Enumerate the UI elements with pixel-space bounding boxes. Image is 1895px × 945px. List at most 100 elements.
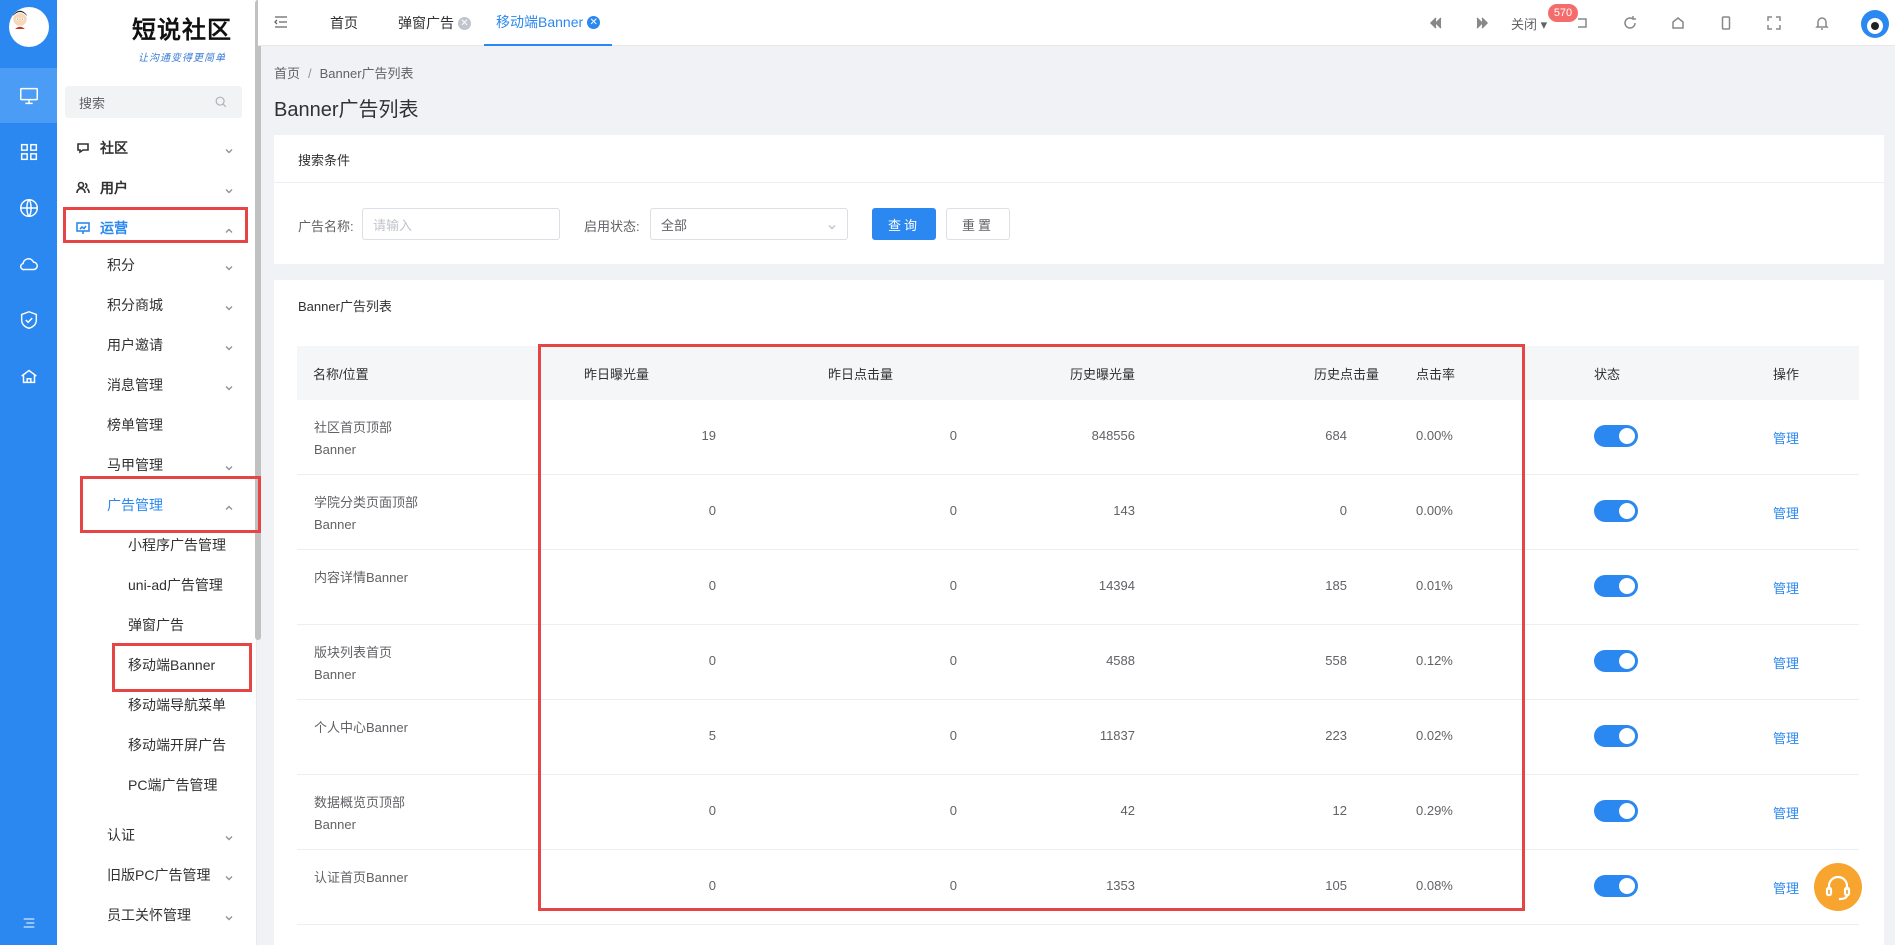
menu-operations[interactable]: 运营 <box>57 209 257 247</box>
breadcrumb-home[interactable]: 首页 <box>274 66 300 81</box>
tab-mobile-banner[interactable]: 移动端Banner ✕ <box>484 0 613 46</box>
manage-link[interactable]: 管理 <box>1773 578 1799 597</box>
menu-user-invite[interactable]: 用户邀请 <box>57 326 257 364</box>
manage-link[interactable]: 管理 <box>1773 503 1799 522</box>
menu-users-label: 用户 <box>100 180 128 196</box>
status-toggle[interactable] <box>1594 500 1638 522</box>
user-avatar[interactable] <box>9 7 49 47</box>
menu-message-mgmt[interactable]: 消息管理 <box>57 366 257 404</box>
menu-mobile-banner[interactable]: 移动端Banner <box>57 646 257 684</box>
globe-icon[interactable] <box>0 180 57 235</box>
chevron-down-icon <box>224 870 234 881</box>
status-toggle[interactable] <box>1594 725 1638 747</box>
menu-mobile-nav[interactable]: 移动端导航菜单 <box>57 686 257 724</box>
tab-popup-ad[interactable]: 弹窗广告 ✕ <box>398 0 471 46</box>
brand-subtitle: 让沟通变得更简单 <box>138 53 226 64</box>
menu-users[interactable]: 用户 <box>57 169 257 207</box>
status-toggle[interactable] <box>1594 800 1638 822</box>
cloud-home-icon[interactable] <box>0 348 57 403</box>
home-icon[interactable] <box>1667 12 1689 34</box>
menu-mini-ad[interactable]: 小程序广告管理 <box>57 526 257 564</box>
menu-operations-label: 运营 <box>100 220 128 236</box>
manage-link[interactable]: 管理 <box>1773 428 1799 447</box>
menu-ad-mgmt[interactable]: 广告管理 <box>57 486 257 524</box>
menu-pc-ad[interactable]: PC端广告管理 <box>57 766 257 804</box>
monitor-icon[interactable] <box>0 68 57 123</box>
ctr-cell: 0.00% <box>1416 428 1453 443</box>
menu-old-pc-ad[interactable]: 旧版PC广告管理 <box>57 856 257 894</box>
avatar[interactable] <box>1861 10 1889 38</box>
yesterday-exposure-cell: 0 <box>708 503 716 518</box>
status-toggle[interactable] <box>1594 575 1638 597</box>
chevron-down-icon <box>224 260 234 271</box>
bell-icon[interactable] <box>1811 12 1833 34</box>
cloud-icon[interactable] <box>0 236 57 291</box>
menu-staff-care-label: 员工关怀管理 <box>107 907 191 923</box>
status-select[interactable]: 全部 <box>650 208 848 240</box>
menu-staff-care[interactable]: 员工关怀管理 <box>57 896 257 934</box>
ad-name-input[interactable]: 请输入 <box>362 208 560 240</box>
breadcrumb: 首页 / Banner广告列表 <box>274 66 414 81</box>
chevron-down-icon <box>224 300 234 311</box>
reset-button[interactable]: 重置 <box>946 208 1010 240</box>
ctr-cell: 0.02% <box>1416 728 1453 743</box>
users-icon <box>75 180 91 196</box>
menu-vest-mgmt[interactable]: 马甲管理 <box>57 446 257 484</box>
scroll-left-icon[interactable] <box>1425 12 1447 34</box>
scroll-right-icon[interactable] <box>1471 12 1493 34</box>
menu-community[interactable]: 社区 <box>57 129 257 167</box>
status-toggle[interactable] <box>1594 650 1638 672</box>
tab-home-label: 首页 <box>330 15 358 31</box>
manage-link[interactable]: 管理 <box>1773 803 1799 822</box>
col-action: 操作 <box>1773 367 1800 382</box>
breadcrumb-current: Banner广告列表 <box>319 66 414 81</box>
grid-icon[interactable] <box>0 124 57 179</box>
ad-name-label: 广告名称: <box>298 219 354 234</box>
close-tabs-dropdown[interactable]: 关闭 ▾ <box>1511 14 1547 33</box>
col-status: 状态 <box>1594 367 1621 382</box>
menu-toggle-icon[interactable] <box>0 903 57 943</box>
fullscreen-icon[interactable] <box>1763 12 1785 34</box>
banner-name-cell: 学院分类页面顶部Banner <box>314 495 419 532</box>
customer-service-icon[interactable] <box>1814 863 1862 911</box>
tab-home[interactable]: 首页 <box>330 0 358 46</box>
query-button[interactable]: 查询 <box>872 208 936 240</box>
manage-link[interactable]: 管理 <box>1773 653 1799 672</box>
yesterday-click-cell: 0 <box>949 653 957 668</box>
ad-name-placeholder: 请输入 <box>373 217 413 233</box>
shield-icon[interactable] <box>0 292 57 347</box>
table-row: 社区首页顶部Banner 19 0 848556 684 0.00% 管理 <box>297 400 1859 475</box>
col-yesterday-exposure: 昨日曝光量 <box>584 367 650 382</box>
menu-points-mall[interactable]: 积分商城 <box>57 286 257 324</box>
manage-link[interactable]: 管理 <box>1773 728 1799 747</box>
status-toggle[interactable] <box>1594 425 1638 447</box>
collapse-icon[interactable] <box>273 14 289 30</box>
close-icon[interactable]: ✕ <box>458 16 471 30</box>
history-click-cell: 684 <box>1325 428 1347 443</box>
history-click-cell: 185 <box>1325 578 1347 593</box>
menu-mobile-splash[interactable]: 移动端开屏广告 <box>57 726 257 764</box>
chevron-down-icon <box>827 220 837 230</box>
history-click-cell: 223 <box>1325 728 1347 743</box>
menu-user-invite-label: 用户邀请 <box>107 337 163 353</box>
banner-name-cell: 认证首页Banner <box>314 870 408 885</box>
menu-verify[interactable]: 认证 <box>57 816 257 854</box>
menu-rank-mgmt-label: 榜单管理 <box>107 417 163 433</box>
chevron-down-icon <box>224 340 234 351</box>
mobile-icon[interactable] <box>1715 12 1737 34</box>
sidebar-scrollbar[interactable] <box>255 0 261 640</box>
search-input[interactable]: 搜索 <box>65 86 242 118</box>
col-history-exposure: 历史曝光量 <box>1070 367 1136 382</box>
status-label: 启用状态: <box>584 219 640 234</box>
close-icon[interactable]: ✕ <box>587 15 601 29</box>
menu-rank-mgmt[interactable]: 榜单管理 <box>57 406 257 444</box>
history-exposure-cell: 14394 <box>1098 578 1135 593</box>
menu-popup-ad[interactable]: 弹窗广告 <box>57 606 257 644</box>
manage-link[interactable]: 管理 <box>1773 878 1799 897</box>
menu-uniad[interactable]: uni-ad广告管理 <box>57 566 257 604</box>
status-toggle[interactable] <box>1594 875 1638 897</box>
menu-points[interactable]: 积分 <box>57 246 257 284</box>
search-card: 搜索条件 广告名称: 请输入 启用状态: 全部 查询 重置 <box>274 135 1884 264</box>
yesterday-click-cell: 0 <box>949 803 957 818</box>
refresh-icon[interactable] <box>1619 12 1641 34</box>
